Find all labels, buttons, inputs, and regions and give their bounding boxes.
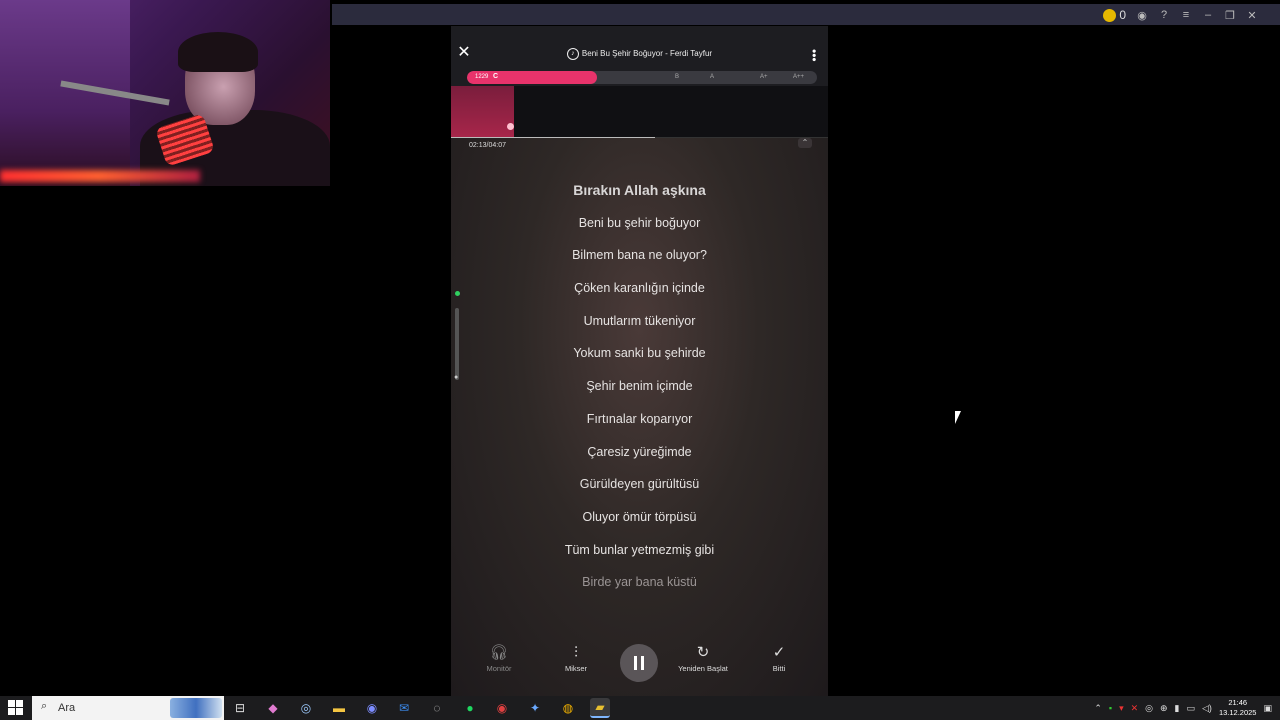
update-icon[interactable]: ⊕ [1160,703,1168,714]
pitch-area [451,86,828,138]
grade-label: B [675,74,680,80]
window-title-bar: 0 ◉ ? ≡ – ❐ ✕ [332,4,1280,25]
pitch-note-block [451,86,514,138]
volume-icon[interactable]: ◁) [1202,703,1212,714]
lyric-line: Çaresiz yüreğimde [587,444,692,459]
task-view-icon[interactable]: ⊟ [230,698,250,718]
score-value: 1229 [475,74,489,80]
grade-label: A [710,74,715,80]
steam-icon[interactable]: ◎ [296,698,316,718]
microphone-icon[interactable]: ▮ [1175,703,1180,714]
notifications-icon[interactable]: ▣ [1263,703,1272,714]
mic-tray-icon[interactable]: ▾ [1119,703,1124,714]
lyric-line: Fırtınalar koparıyor [586,411,693,426]
karaoke-app-taskbar-icon[interactable]: ▰ [590,698,610,718]
webcam-overlay [0,0,330,186]
account-icon[interactable]: ◉ [1136,9,1148,22]
file-explorer-icon[interactable]: ▬ [329,698,349,718]
pitch-indicator [507,123,514,130]
discord-icon[interactable]: ◉ [362,698,382,718]
led-light [0,170,200,182]
lyric-line: Gürüldeyen gürültüsü [579,477,700,492]
lyric-line: Umutlarım tükeniyor [583,313,696,328]
more-options-icon[interactable]: ••• [807,49,821,62]
help-icon[interactable]: ? [1158,9,1170,21]
app-red-icon[interactable]: ◉ [492,698,512,718]
person-hair [178,32,258,72]
obs-icon[interactable]: ◌ [427,698,447,718]
copilot-icon[interactable]: ◆ [263,698,283,718]
app-blue-icon[interactable]: ✦ [525,698,545,718]
lyric-line: Şehir benim içimde [586,379,693,394]
search-icon: ⌕ [41,700,48,712]
playback-controls: 🎧︎ Monitör ⫶ Mikser ↻ Yeniden Başlat ✓ B… [451,632,828,696]
headphones-icon: 🎧︎ [489,644,509,661]
monitor-button[interactable]: 🎧︎ Monitör [469,644,529,673]
song-progress-fill [451,137,655,138]
lyric-line: Bilmem bana ne oluyor? [572,248,707,263]
pause-button[interactable] [620,644,658,682]
taskbar-search[interactable]: ⌕ Ara [32,696,224,720]
restore-icon[interactable]: ❐ [1224,9,1236,22]
security-icon[interactable]: ✕ [1131,703,1139,714]
restart-button[interactable]: ↻ Yeniden Başlat [673,644,733,673]
lyric-line: Tüm bunlar yetmezmiş gibi [564,542,715,557]
grade-label: A+ [760,74,768,80]
song-progress[interactable] [451,137,828,138]
lyric-line: Beni bu şehir boğuyor [578,215,701,230]
clock[interactable]: 21:46 13.12.2025 [1219,698,1257,718]
done-button[interactable]: ✓ Bitti [749,644,809,673]
music-note-icon: ♪ [566,48,579,60]
restart-icon: ↻ [696,644,710,661]
karaoke-app: ✕ ♪ Beni Bu Şehir Boğuyor - Ferdi Tayfur … [451,26,828,696]
windows-start-icon[interactable] [8,700,24,716]
mixer-sliders-icon: ⫶ [574,644,578,661]
menu-icon[interactable]: ≡ [1180,9,1192,21]
lyric-line: Yokum sanki bu şehirde [573,346,706,361]
mail-icon[interactable]: ✉ [394,698,414,718]
obs-tray-icon[interactable]: ◎ [1145,703,1153,714]
spotify-icon[interactable]: ● [460,698,480,718]
mixer-button[interactable]: ⫶ Mikser [546,644,606,673]
close-window-icon[interactable]: ✕ [1246,9,1258,22]
grade-label: A++ [793,74,805,80]
chrome-icon[interactable]: ◍ [558,698,578,718]
lyric-line-current: Bırakın Allah aşkına [573,182,706,198]
mouse-cursor [955,411,961,424]
coin-icon [1102,9,1116,23]
collapse-chevron-icon[interactable]: ⌃ [798,138,812,148]
score-bar: 1229 C B A A+ A++ [467,71,817,84]
lyrics-list: Bırakın Allah aşkına Beni bu şehir boğuy… [451,174,828,599]
score-grade: C [493,73,499,80]
lyric-line: Birde yar bana küstü [582,575,697,590]
coin-counter[interactable]: 0 [1102,8,1126,23]
time-label: 02:13/04:07 [469,142,506,149]
search-highlight-image [170,698,222,718]
song-title: ♪ Beni Bu Şehir Boğuyor - Ferdi Tayfur [451,48,828,60]
lyric-line: Oluyor ömür törpüsü [582,509,697,524]
minimize-icon[interactable]: – [1202,9,1214,21]
nvidia-icon[interactable]: ▪ [1109,703,1112,713]
network-icon[interactable]: ▭ [1187,703,1196,714]
checkmark-icon: ✓ [772,644,786,661]
lyric-line: Çöken karanlığın içinde [574,281,705,296]
pause-icon [641,656,644,670]
system-tray: ⌃ ▪ ▾ ✕ ◎ ⊕ ▮ ▭ ◁) 21:46 13.12.2025 ▣ [1094,696,1272,720]
pause-icon [634,656,637,670]
show-hidden-icons-icon[interactable]: ⌃ [1094,703,1102,714]
app-header: ✕ ♪ Beni Bu Şehir Boğuyor - Ferdi Tayfur … [451,26,828,86]
taskbar: ⌕ Ara ⊟ ◆ ◎ ▬ ◉ ✉ ◌ ● ◉ ✦ ◍ ▰ ⌃ ▪ ▾ ✕ ◎ … [0,696,1280,720]
